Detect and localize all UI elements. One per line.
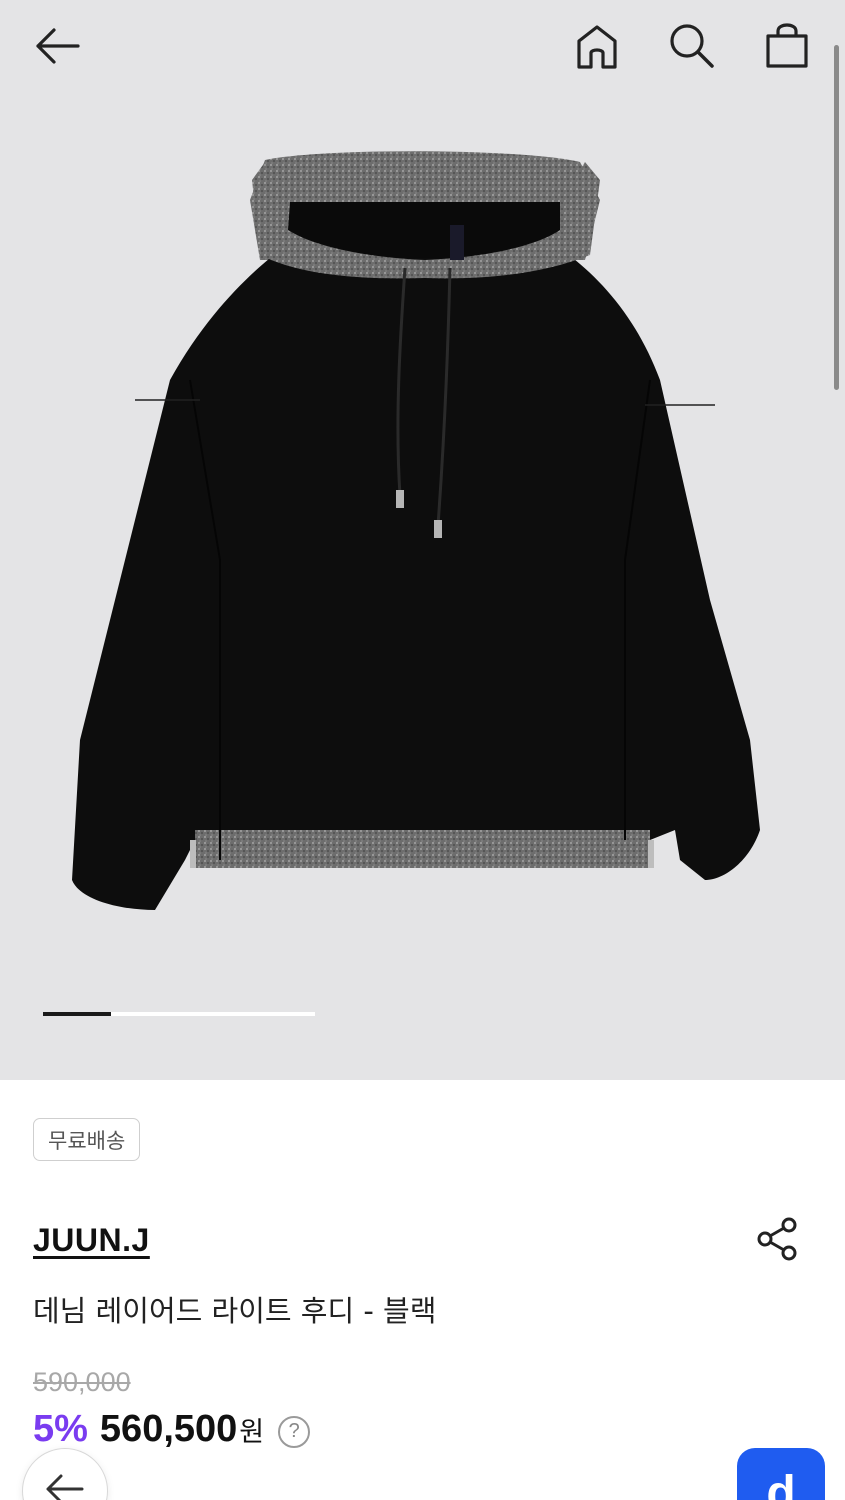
product-image [72, 151, 760, 910]
scrollbar[interactable] [834, 45, 839, 390]
discount-rate: 5% [33, 1408, 88, 1450]
share-icon [757, 1217, 797, 1261]
product-image-gallery[interactable] [0, 0, 845, 1080]
shopping-bag-button[interactable] [760, 18, 814, 72]
home-icon [577, 25, 617, 69]
app-launch-button[interactable]: d [737, 1448, 825, 1500]
sale-price: 560,500 [99, 1408, 238, 1450]
top-navigation-bar [0, 0, 845, 95]
currency-unit: 원 [239, 1417, 265, 1448]
carousel-progress-fill [43, 1012, 111, 1016]
carousel-progress [43, 1012, 315, 1016]
brand-link[interactable]: JUUN.J [33, 1222, 150, 1259]
share-button[interactable] [755, 1216, 803, 1264]
search-icon [670, 24, 714, 68]
free-shipping-badge: 무료배송 [33, 1118, 141, 1161]
arrow-left-icon [46, 1474, 84, 1500]
search-button[interactable] [664, 18, 718, 72]
shopping-bag-icon [766, 23, 808, 68]
price-row: 5% 560,500 원 ? [33, 1408, 311, 1452]
product-title: 데님 레이어드 라이트 후디 - 블랙 [33, 1294, 437, 1328]
product-info: 무료배송 JUUN.J 데님 레이어드 라이트 후디 - 블랙 590,000 … [0, 1080, 845, 1500]
price-help-icon[interactable]: ? [278, 1415, 311, 1448]
original-price: 590,000 [33, 1367, 131, 1397]
arrow-left-icon [36, 28, 80, 64]
home-button[interactable] [570, 20, 624, 74]
back-button[interactable] [30, 20, 86, 72]
